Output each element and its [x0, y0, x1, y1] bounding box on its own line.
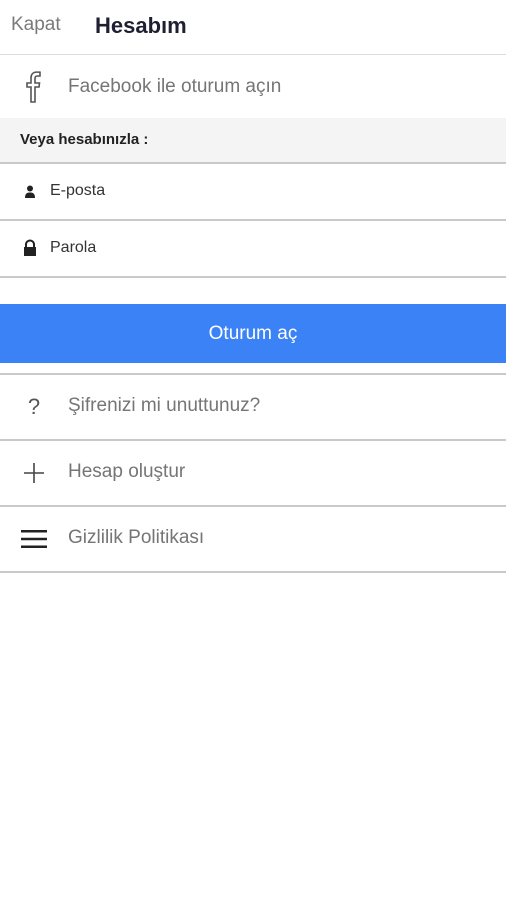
login-button[interactable]: Oturum aç: [0, 304, 506, 363]
close-link[interactable]: Kapat: [11, 14, 61, 36]
facebook-login-label: Facebook ile oturum açın: [68, 76, 282, 97]
lock-icon: [22, 239, 38, 256]
forgot-password-label: Şifrenizi mi unuttunuz?: [68, 395, 261, 416]
header-bar: Kapat Hesabım: [0, 0, 506, 55]
create-account-item[interactable]: Hesap oluştur: [0, 441, 506, 507]
email-field[interactable]: E-posta: [0, 164, 506, 221]
create-account-label: Hesap oluştur: [68, 461, 186, 482]
facebook-icon: [20, 67, 48, 107]
email-placeholder: E-posta: [50, 182, 106, 199]
account-subheading: Veya hesabınızla :: [0, 118, 506, 164]
facebook-login-row[interactable]: Facebook ile oturum açın: [0, 55, 506, 118]
menu-icon: [20, 507, 48, 571]
question-icon: ?: [27, 394, 41, 419]
user-icon: [22, 184, 38, 200]
privacy-policy-label: Gizlilik Politikası: [68, 527, 205, 548]
password-field[interactable]: Parola: [0, 221, 506, 278]
plus-icon: [20, 441, 48, 505]
password-placeholder: Parola: [50, 239, 97, 256]
privacy-policy-item[interactable]: Gizlilik Politikası: [0, 507, 506, 573]
page-title: Hesabım: [95, 13, 187, 38]
forgot-password-item[interactable]: ? Şifrenizi mi unuttunuz?: [0, 375, 506, 441]
subheading-text: Veya hesabınızla :: [20, 131, 149, 148]
